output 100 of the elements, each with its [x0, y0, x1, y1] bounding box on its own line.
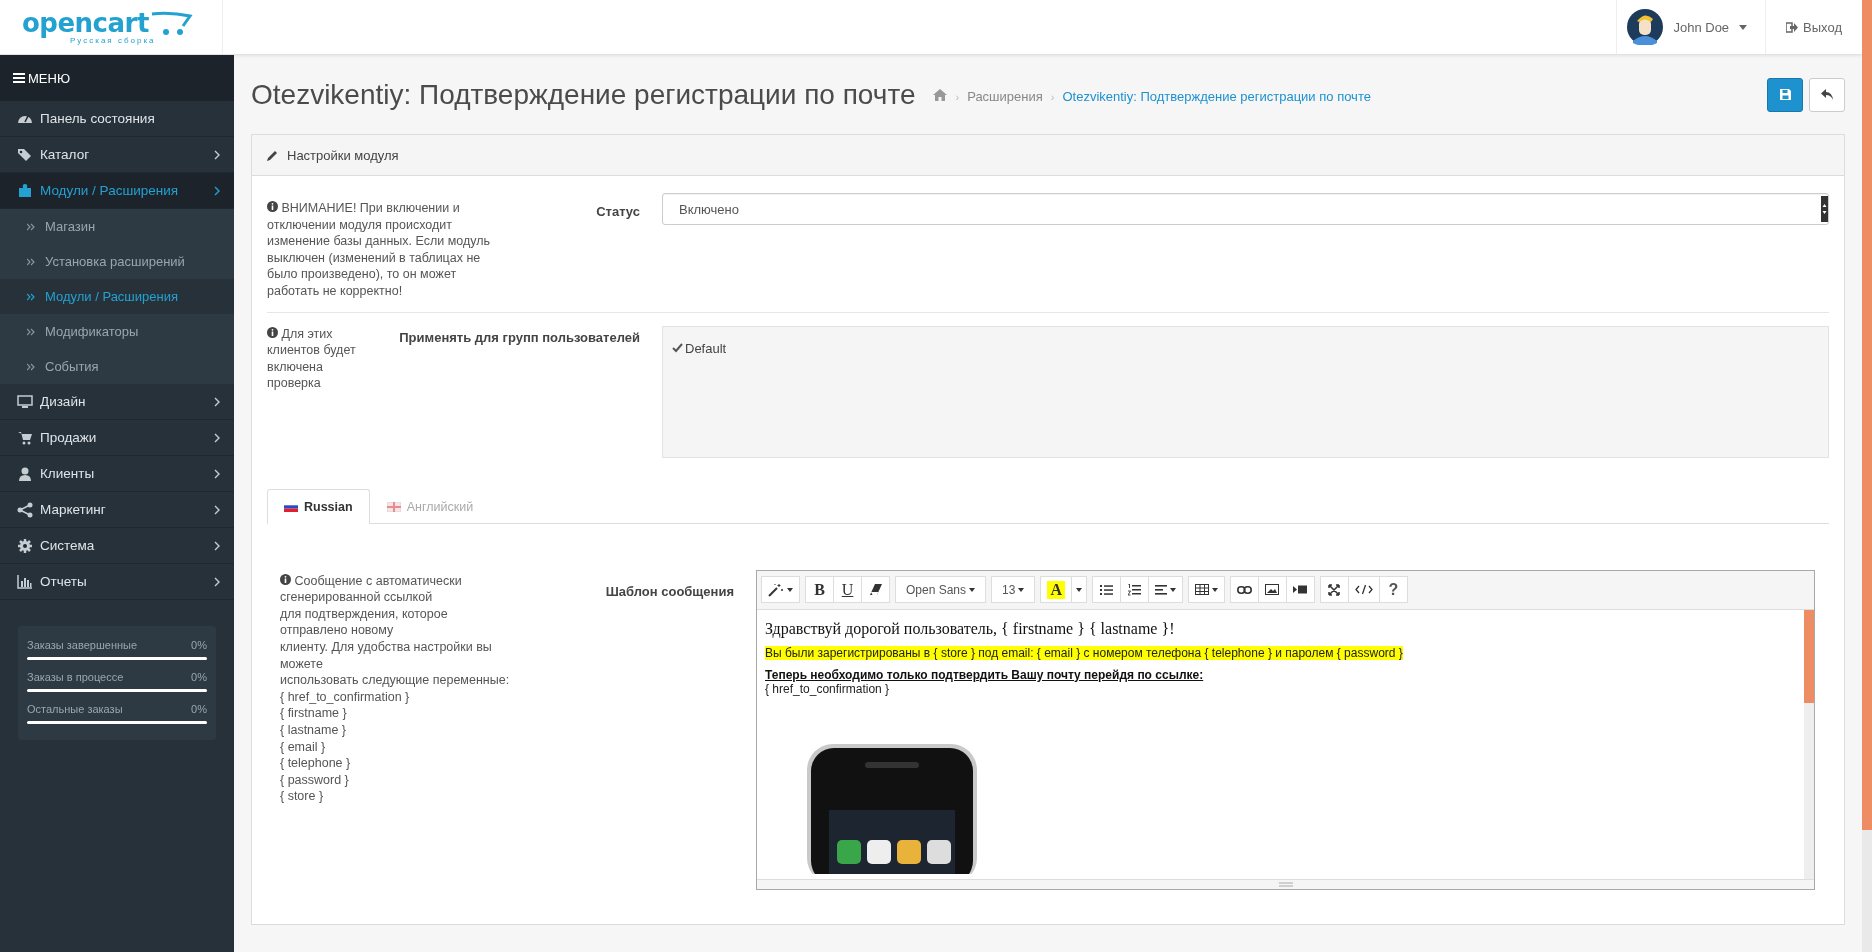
help-note: Сообщение с автоматически сгенерированной ссылкой для подтверждения, которое отправлено новому клиенту. Для удобства настройки вы можете использовать следующие переменные: { href_to_confirmation } { firstname } { lastname } { email } { telephone } { password } { store }	[280, 572, 511, 805]
menu-icon	[13, 73, 25, 83]
double-chevron-icon	[27, 362, 35, 371]
pencil-icon	[267, 149, 278, 161]
page-title: Otezvikentiy: Подтверждение регистрации по почте	[251, 78, 916, 111]
double-chevron-icon	[27, 222, 35, 231]
gear-icon	[17, 537, 33, 554]
double-chevron-icon	[27, 327, 35, 336]
bullet-list-button[interactable]	[1091, 576, 1121, 604]
field-label: Шаблон сообщения	[604, 582, 735, 599]
chevron-right-icon	[214, 504, 220, 515]
picture-icon	[1265, 584, 1280, 596]
share-icon	[17, 501, 33, 518]
caret-icon	[969, 587, 976, 592]
stat-label: Заказы завершенные	[27, 638, 138, 652]
picture-button[interactable]	[1257, 576, 1287, 604]
user-menu[interactable]: John Doe	[1616, 0, 1766, 54]
help-note: Для этих клиентов будет включена проверка	[267, 325, 357, 392]
stat-value: 0%	[191, 638, 207, 652]
caret-icon	[1075, 587, 1082, 592]
font-size-dropdown[interactable]: 13	[991, 576, 1036, 604]
logo-subtitle: Русская сборка	[70, 35, 156, 45]
caret-icon	[1169, 587, 1176, 592]
expand-arrows-icon	[1328, 583, 1341, 596]
chevron-right-icon	[214, 185, 220, 196]
align-left-icon	[1154, 584, 1167, 595]
avatar-icon	[1627, 9, 1664, 45]
language-tab[interactable]: Russian	[267, 488, 370, 524]
monitor-icon	[17, 393, 33, 410]
chevron-right-icon	[214, 468, 220, 479]
caret-icon	[787, 587, 793, 592]
link-button[interactable]	[1229, 576, 1259, 604]
field-label: Применять для групп пользователей	[398, 328, 641, 345]
align-button[interactable]	[1147, 576, 1183, 604]
resize-handle[interactable]	[757, 878, 1814, 889]
help-button[interactable]: ?	[1378, 576, 1408, 604]
table-button[interactable]	[1187, 576, 1225, 604]
chevron-right-icon	[214, 432, 220, 443]
style-button[interactable]	[761, 576, 800, 604]
field-label: Статус	[595, 203, 641, 219]
numbered-list-button[interactable]	[1119, 576, 1149, 604]
text-color-button[interactable]: A	[1040, 576, 1072, 604]
sidebar-subitem[interactable]: События	[0, 349, 234, 384]
sidebar-subitem[interactable]: Установка расширений	[0, 244, 234, 279]
font-family-dropdown[interactable]: Open Sans	[895, 576, 987, 604]
panel-title: Настройки модуля	[287, 147, 399, 163]
reply-arrow-icon	[1821, 89, 1833, 100]
dropdown-arrows-icon	[1821, 196, 1828, 222]
help-note: ВНИМАНИЕ! При включении и отключении модуля происходит изменение базы данных. Если модуль выключен (изменений в таблицах не было произведено), то он может работать не корректно!	[267, 200, 492, 300]
highlighted-text: Вы были зарегистрированы в { store } под email: { email } с номером телефона { telephone } и паролем { password }	[765, 645, 1403, 660]
magic-wand-icon	[768, 582, 784, 597]
link-icon	[1236, 585, 1252, 594]
breadcrumb-separator: ›	[1050, 90, 1055, 103]
chevron-right-icon	[214, 540, 220, 551]
chevron-right-icon	[214, 576, 220, 587]
fullscreen-button[interactable]	[1319, 576, 1349, 604]
sidebar-item[interactable]: Модули / Расширения	[0, 173, 234, 209]
sidebar-subitem[interactable]: Модификаторы	[0, 314, 234, 349]
editor-scrollbar[interactable]	[1804, 609, 1814, 879]
video-button[interactable]	[1285, 576, 1315, 604]
breadcrumb-separator: ›	[955, 90, 960, 103]
logo-text: opencart	[22, 9, 149, 36]
bullet-list-icon	[1099, 584, 1113, 595]
page-scrollbar[interactable]	[1862, 0, 1872, 952]
double-chevron-icon	[27, 257, 35, 266]
puzzle-icon	[17, 182, 33, 199]
numbered-list-icon	[1127, 583, 1141, 596]
caret-icon	[1018, 587, 1025, 592]
info-icon	[267, 326, 278, 338]
table-grid-icon	[1194, 584, 1209, 596]
chevron-right-icon	[214, 396, 220, 407]
status-select[interactable]: Включено	[662, 193, 1829, 225]
checkbox-option[interactable]: Default	[672, 340, 1819, 356]
caret-icon	[1739, 24, 1748, 30]
home-link[interactable]	[933, 89, 948, 104]
menu-toggle[interactable]: МЕНЮ	[0, 55, 234, 101]
underline-button[interactable]: U	[833, 576, 862, 604]
stat-label: Остальные заказы	[27, 702, 123, 716]
video-icon	[1293, 585, 1308, 595]
cart-icon	[17, 429, 33, 446]
bold-button[interactable]: B	[805, 576, 834, 604]
tags-icon	[17, 146, 33, 163]
greeting-text: Здравствуй дорогой пользователь, { firstname } { lastname }!	[765, 619, 1176, 638]
stat-value: 0%	[191, 670, 207, 684]
caret-icon	[1211, 587, 1218, 592]
user-icon	[17, 465, 33, 482]
sidebar-subitem[interactable]: Магазин	[0, 209, 234, 244]
back-button[interactable]	[1809, 77, 1845, 112]
info-icon	[280, 573, 291, 585]
clear-format-button[interactable]	[861, 576, 890, 604]
placeholder-text: { href_to_confirmation }	[765, 681, 891, 696]
stat-label: Заказы в процессе	[27, 670, 124, 684]
chevron-right-icon	[214, 149, 220, 160]
grip-lines-icon	[1278, 881, 1293, 887]
flag-icon	[386, 501, 401, 512]
code-view-button[interactable]	[1347, 576, 1380, 604]
sign-out-icon	[1786, 21, 1799, 33]
save-button[interactable]	[1767, 77, 1803, 112]
info-icon	[267, 201, 278, 212]
cart-icon	[150, 10, 194, 36]
